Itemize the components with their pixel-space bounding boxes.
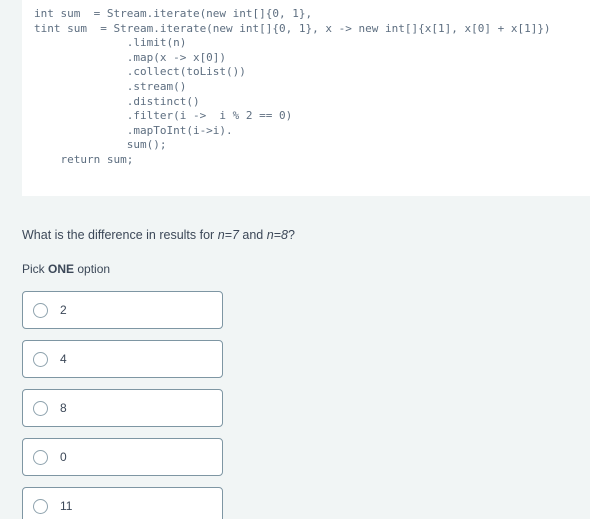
question-prefix: What is the difference in results for bbox=[22, 228, 218, 242]
answer-option-label: 2 bbox=[60, 303, 67, 317]
answer-options-list: 2 4 8 0 11 bbox=[22, 291, 223, 519]
answer-option-label: 4 bbox=[60, 352, 67, 366]
answer-option[interactable]: 0 bbox=[22, 438, 223, 476]
instruction-emphasis: ONE bbox=[48, 262, 75, 276]
radio-button-icon[interactable] bbox=[33, 351, 48, 367]
question-middle: and bbox=[238, 228, 267, 242]
answer-option[interactable]: 4 bbox=[22, 340, 223, 378]
radio-button-icon[interactable] bbox=[33, 400, 48, 416]
answer-option-label: 0 bbox=[60, 450, 67, 464]
answer-option[interactable]: 11 bbox=[22, 487, 223, 519]
quiz-page: int sum = Stream.iterate(new int[]{0, 1}… bbox=[0, 0, 590, 519]
question-suffix: ? bbox=[287, 228, 295, 242]
radio-button-icon[interactable] bbox=[33, 302, 48, 318]
radio-button-icon[interactable] bbox=[33, 449, 48, 465]
answer-option[interactable]: 2 bbox=[22, 291, 223, 329]
instruction-prefix: Pick bbox=[22, 262, 49, 276]
answer-option-label: 11 bbox=[60, 499, 73, 513]
answer-option-label: 8 bbox=[60, 401, 67, 415]
question-variable-one: n=7 bbox=[217, 228, 239, 242]
code-snippet-block: int sum = Stream.iterate(new int[]{0, 1}… bbox=[22, 0, 590, 196]
answer-option[interactable]: 8 bbox=[22, 389, 223, 427]
code-snippet-text: int sum = Stream.iterate(new int[]{0, 1}… bbox=[34, 7, 551, 166]
radio-button-icon[interactable] bbox=[33, 498, 48, 514]
instruction-suffix: option bbox=[74, 262, 111, 276]
pick-one-instruction: Pick ONE option bbox=[22, 261, 110, 277]
question-variable-two: n=8 bbox=[266, 228, 288, 242]
question-text: What is the difference in results for n=… bbox=[22, 227, 295, 243]
